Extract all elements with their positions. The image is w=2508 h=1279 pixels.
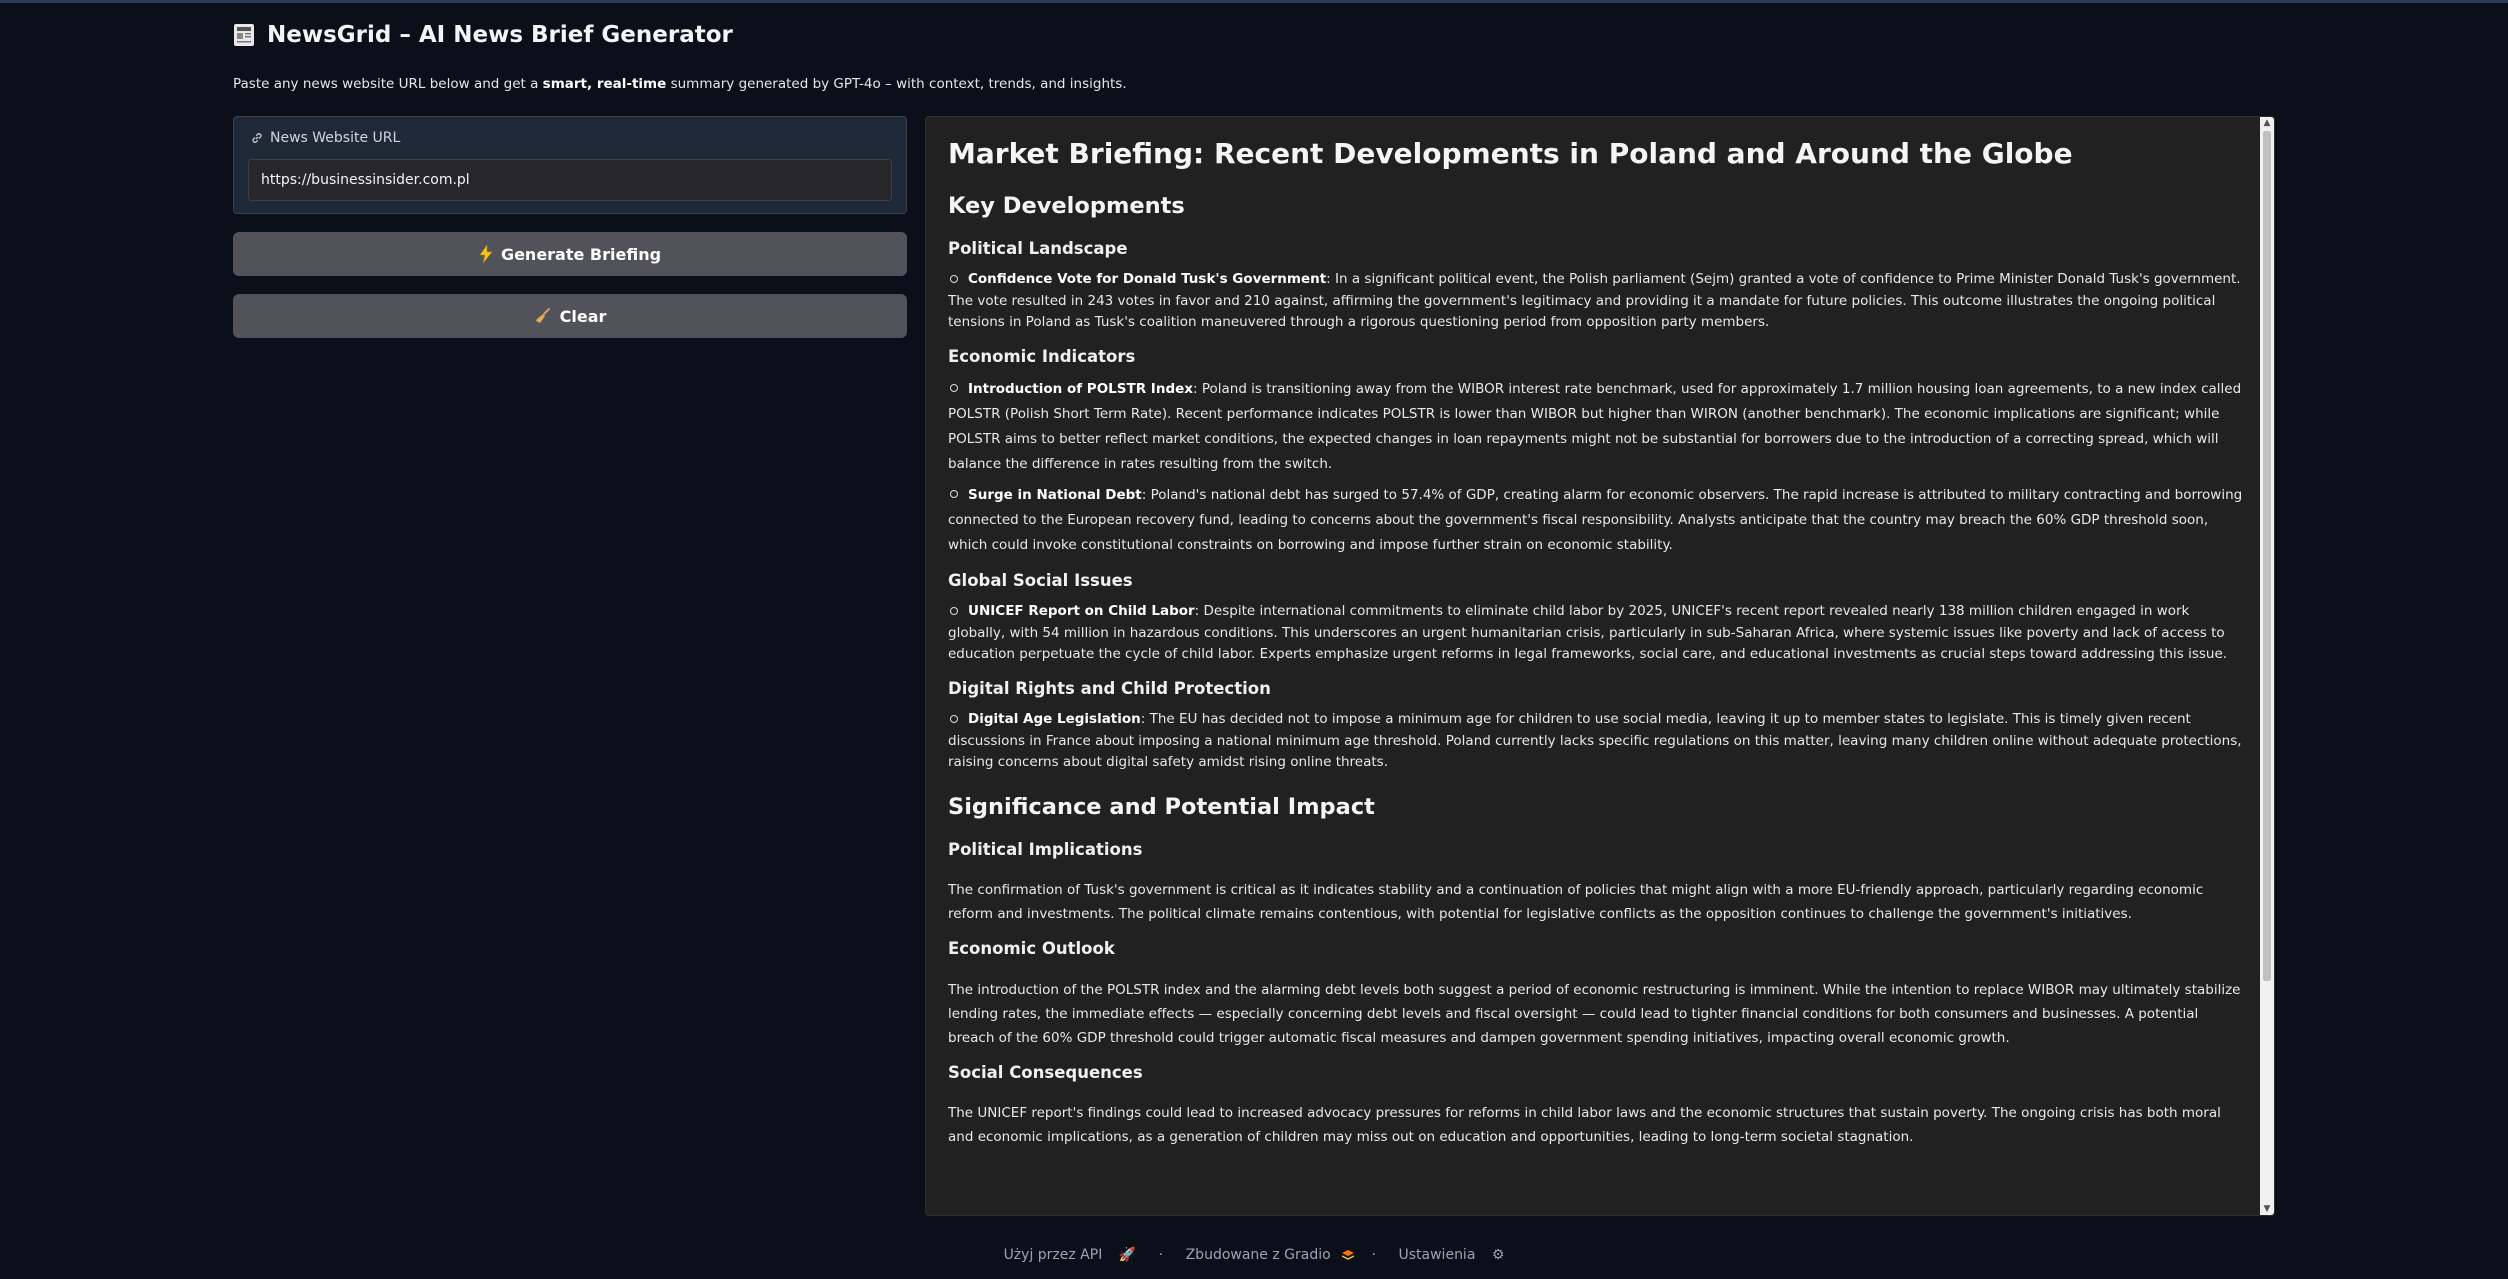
footer-settings-text: Ustawienia: [1398, 1247, 1476, 1263]
broom-icon: [535, 308, 550, 324]
scrollbar-thumb[interactable]: [2263, 131, 2271, 981]
footer: Użyj przez API 🚀 · Zbudowane z Gradio · …: [0, 1247, 2508, 1263]
subsection-global-social-issues: Global Social Issues: [948, 570, 1133, 590]
bullet-icon: [950, 384, 958, 393]
link-icon: [252, 133, 262, 143]
footer-api-text: Użyj przez API: [1003, 1247, 1103, 1263]
item-text: : Poland's national debt has surged to 5…: [948, 486, 2243, 553]
subtitle-bold: smart, real-time: [542, 76, 667, 92]
url-label: News Website URL: [250, 130, 400, 146]
subsection-digital-rights: Digital Rights and Child Protection: [948, 678, 1271, 698]
footer-gradio-text: Zbudowane z Gradio: [1185, 1247, 1331, 1263]
gradio-logo-icon: [1341, 1250, 1355, 1260]
section-significance-impact: Significance and Potential Impact: [948, 793, 1375, 820]
briefing-output-panel: Market Briefing: Recent Developments in …: [925, 116, 2275, 1216]
social-list: UNICEF Report on Child Labor: Despite in…: [948, 601, 2243, 666]
lightning-icon: [479, 245, 493, 263]
item-text: : The EU has decided not to impose a min…: [948, 711, 2242, 771]
list-item: Surge in National Debt: Poland's nationa…: [948, 483, 2243, 558]
social-consequences-text: The UNICEF report's findings could lead …: [948, 1105, 2221, 1146]
subsection-economic-outlook: Economic Outlook: [948, 939, 1115, 959]
footer-separator: ·: [1371, 1247, 1377, 1263]
political-list: Confidence Vote for Donald Tusk's Govern…: [948, 269, 2243, 334]
clear-button-label: Clear: [559, 306, 607, 326]
item-title: Confidence Vote for Donald Tusk's Govern…: [968, 271, 1327, 288]
scroll-down-icon[interactable]: ▼: [2262, 1204, 2272, 1214]
url-input-panel: News Website URL https://businessinsider…: [233, 116, 907, 214]
subtitle-post: summary generated by GPT-4o – with conte…: [666, 76, 1127, 92]
subsection-economic-indicators: Economic Indicators: [948, 346, 1136, 366]
bullet-icon: [950, 490, 958, 499]
list-item: UNICEF Report on Child Labor: Despite in…: [948, 601, 2243, 666]
digital-list: Digital Age Legislation: The EU has deci…: [948, 709, 2243, 774]
subtitle-pre: Paste any news website URL below and get…: [233, 76, 543, 92]
list-item: Introduction of POLSTR Index: Poland is …: [948, 377, 2243, 477]
list-item: Confidence Vote for Donald Tusk's Govern…: [948, 269, 2243, 334]
output-scrollbar[interactable]: ▲ ▼: [2260, 117, 2274, 1215]
footer-settings-link[interactable]: Ustawienia ⚙: [1393, 1247, 1511, 1263]
subsection-political-landscape: Political Landscape: [948, 238, 1128, 258]
scroll-up-icon[interactable]: ▲: [2262, 118, 2272, 128]
economic-list: Introduction of POLSTR Index: Poland is …: [948, 377, 2243, 558]
item-title: Digital Age Legislation: [968, 711, 1141, 728]
clear-button[interactable]: Clear: [233, 294, 907, 338]
app-subtitle: Paste any news website URL below and get…: [233, 76, 1127, 92]
footer-gradio-link[interactable]: Zbudowane z Gradio: [1180, 1247, 1356, 1263]
bullet-icon: [950, 714, 958, 723]
url-label-text: News Website URL: [270, 130, 401, 146]
footer-api-link[interactable]: Użyj przez API 🚀: [998, 1247, 1143, 1263]
briefing-content: Market Briefing: Recent Developments in …: [948, 137, 2243, 1161]
subsection-political-implications: Political Implications: [948, 839, 1143, 859]
app-title: NewsGrid – AI News Brief Generator: [233, 22, 733, 48]
item-title: UNICEF Report on Child Labor: [968, 603, 1195, 620]
item-title: Surge in National Debt: [968, 486, 1142, 503]
bullet-icon: [950, 606, 958, 615]
list-item: Digital Age Legislation: The EU has deci…: [948, 709, 2243, 774]
economic-outlook-text: The introduction of the POLSTR index and…: [948, 981, 2241, 1046]
rocket-icon: 🚀: [1118, 1247, 1137, 1263]
newspaper-icon: [234, 24, 254, 46]
bullet-icon: [950, 274, 958, 283]
item-title: Introduction of POLSTR Index: [968, 380, 1193, 397]
url-input[interactable]: https://businessinsider.com.pl: [248, 159, 892, 201]
gear-icon: ⚙: [1491, 1247, 1505, 1263]
section-key-developments: Key Developments: [948, 192, 1185, 219]
app-title-text: NewsGrid – AI News Brief Generator: [267, 22, 733, 48]
footer-separator: ·: [1158, 1247, 1164, 1263]
political-implications-text: The confirmation of Tusk's government is…: [948, 882, 2204, 923]
subsection-social-consequences: Social Consequences: [948, 1062, 1143, 1082]
top-accent-line: [0, 0, 2508, 3]
briefing-title: Market Briefing: Recent Developments in …: [948, 137, 2073, 170]
generate-briefing-button[interactable]: Generate Briefing: [233, 232, 907, 276]
generate-button-label: Generate Briefing: [500, 244, 662, 264]
